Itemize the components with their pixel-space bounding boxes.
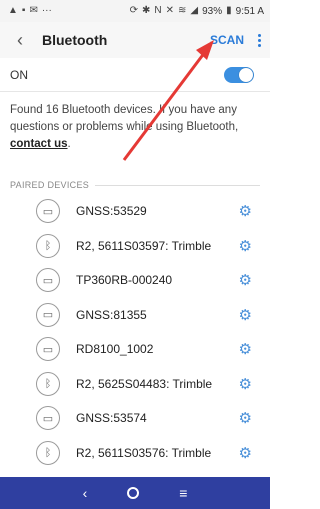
device-list: ▭ GNSS:53529 ⚙ ᛒ R2, 5611S03597: Trimble… <box>0 194 270 470</box>
list-item[interactable]: ᛒ R2, 5625S04483: Trimble ⚙ <box>0 367 270 402</box>
device-name: R2, 5611S03576: Trimble <box>76 445 212 460</box>
gear-icon[interactable]: ⚙ <box>239 237 252 255</box>
recents-icon[interactable]: ≡ <box>179 485 187 501</box>
wifi-icon: ≋ <box>178 5 187 16</box>
info-text: Found 16 Bluetooth devices. If you have … <box>10 102 260 153</box>
list-item[interactable]: ▭ GNSS:53574 ⚙ <box>0 401 270 436</box>
device-icon: ▭ <box>36 337 60 362</box>
bluetooth-status-icon: ✱ <box>142 5 151 16</box>
info-text-start: Found 16 Bluetooth devices. If you have … <box>10 104 239 133</box>
sync-icon: ⟳ <box>129 5 138 16</box>
device-icon: ▭ <box>36 268 60 293</box>
device-name: R2, 5611S03597: Trimble <box>76 238 212 253</box>
navigation-bar: ‹ ≡ <box>0 477 270 509</box>
bluetooth-toggle-row[interactable]: ON <box>0 58 270 92</box>
gear-icon[interactable]: ⚙ <box>239 202 252 220</box>
list-item[interactable]: ▭ TP360RB-000240 ⚙ <box>0 263 270 298</box>
list-item[interactable]: ▭ GNSS:81355 ⚙ <box>0 298 270 333</box>
more-notifications-icon: ··· <box>41 5 52 16</box>
list-item[interactable]: ▭ GNSS:53529 ⚙ <box>0 194 270 229</box>
paired-devices-header: PAIRED DEVICES <box>10 180 260 190</box>
toggle-label: ON <box>10 67 28 82</box>
battery-percent: 93% <box>202 5 223 17</box>
bluetooth-switch[interactable] <box>224 66 254 83</box>
scan-button[interactable]: SCAN <box>210 33 244 47</box>
bluetooth-icon: ᛒ <box>36 440 60 465</box>
device-name: GNSS:53529 <box>76 204 147 219</box>
device-name: TP360RB-000240 <box>76 273 173 288</box>
gear-icon[interactable]: ⚙ <box>239 340 252 358</box>
status-left: ▲ ▪ ✉ ··· <box>8 6 52 16</box>
contact-us-link[interactable]: contact us <box>10 138 68 150</box>
bluetooth-icon: ᛒ <box>36 371 60 396</box>
status-bar: ▲ ▪ ✉ ··· ⟳ ✱ N ✕ ≋ ◢ 93% ▮ 9:51 A <box>0 0 270 22</box>
gear-icon[interactable]: ⚙ <box>239 306 252 324</box>
back-nav-icon[interactable]: ‹ <box>83 485 88 501</box>
nfc-icon: N <box>154 5 162 16</box>
signal-icon: ◢ <box>190 5 199 16</box>
device-name: GNSS:53574 <box>76 411 147 426</box>
mute-icon: ✕ <box>165 5 175 16</box>
info-text-end: . <box>67 138 71 150</box>
gear-icon[interactable]: ⚙ <box>239 271 252 289</box>
page-title: Bluetooth <box>42 32 108 48</box>
device-name: R2, 5625S04483: Trimble <box>76 376 213 391</box>
mail-icon: ✉ <box>29 5 38 16</box>
chevron-left-icon[interactable]: ‹ <box>6 26 34 54</box>
warning-icon: ▲ <box>8 5 18 16</box>
home-icon[interactable] <box>127 487 140 499</box>
gear-icon[interactable]: ⚙ <box>239 375 252 393</box>
device-name: RD8100_1002 <box>76 342 154 357</box>
image-icon: ▪ <box>21 5 26 16</box>
list-item[interactable]: ᛒ R2, 5611S03597: Trimble ⚙ <box>0 229 270 264</box>
device-icon: ▭ <box>36 199 60 224</box>
gear-icon[interactable]: ⚙ <box>239 409 252 427</box>
status-right: ⟳ ✱ N ✕ ≋ ◢ 93% ▮ 9:51 A <box>130 6 264 17</box>
app-bar: ‹ Bluetooth SCAN <box>0 22 270 58</box>
list-item[interactable]: ᛒ R2, 5611S03576: Trimble ⚙ <box>0 436 270 471</box>
device-icon: ▭ <box>36 406 60 431</box>
clock: 9:51 A <box>235 5 264 17</box>
gear-icon[interactable]: ⚙ <box>239 444 252 462</box>
device-name: GNSS:81355 <box>76 307 147 322</box>
battery-icon: ▮ <box>226 5 232 16</box>
more-vert-icon[interactable] <box>254 33 264 47</box>
paired-devices-title: PAIRED DEVICES <box>10 180 90 190</box>
bluetooth-icon: ᛒ <box>36 233 60 258</box>
list-item[interactable]: ▭ RD8100_1002 ⚙ <box>0 332 270 367</box>
device-icon: ▭ <box>36 302 60 327</box>
